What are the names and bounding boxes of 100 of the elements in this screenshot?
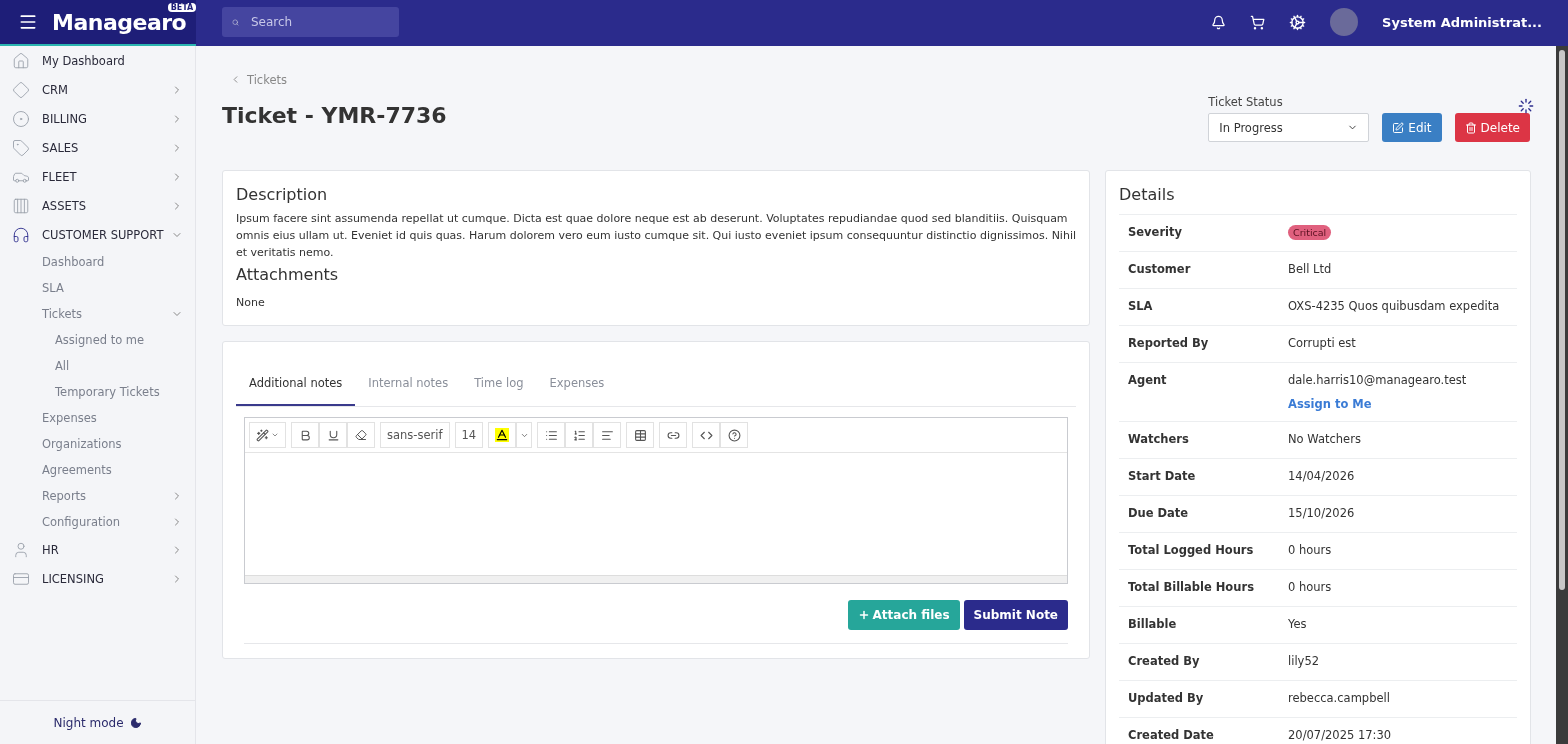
- pencil-square-icon: [1392, 121, 1405, 134]
- align-button[interactable]: [593, 422, 622, 448]
- detail-label: Start Date: [1128, 469, 1197, 485]
- severity-badge: Critical: [1288, 225, 1332, 240]
- sidebar-item[interactable]: ASSETS: [0, 191, 195, 220]
- sidebar-item-icon: [12, 109, 30, 128]
- sidebar-item[interactable]: Configuration: [0, 509, 195, 535]
- logo: Managearo: [52, 9, 187, 35]
- edit-button[interactable]: Edit: [1382, 113, 1442, 142]
- help-button[interactable]: [720, 422, 749, 448]
- delete-button[interactable]: Delete: [1454, 113, 1530, 142]
- beta-badge: BETA: [167, 2, 197, 12]
- detail-label: Watchers: [1128, 432, 1190, 448]
- sidebar-item[interactable]: Organizations: [0, 431, 195, 457]
- sidebar-item[interactable]: LICENSING: [0, 564, 195, 593]
- trash-icon: [1464, 121, 1477, 134]
- tab[interactable]: Additional notes: [236, 366, 356, 406]
- underline-button[interactable]: [319, 422, 347, 448]
- scrollbar-thumb[interactable]: [1559, 50, 1565, 590]
- sidebar-item[interactable]: Expenses: [0, 405, 195, 431]
- detail-label: Due Date: [1128, 506, 1190, 522]
- detail-value: rebecca.campbell: [1288, 691, 1391, 707]
- detail-label: Updated By: [1128, 691, 1205, 707]
- sidebar-item[interactable]: SLA: [0, 275, 195, 301]
- bold-button[interactable]: [291, 422, 319, 448]
- font-family-dropdown[interactable]: sans-serif: [380, 422, 450, 448]
- sidebar-item-icon: [12, 51, 30, 70]
- detail-label: Severity: [1128, 225, 1183, 241]
- rich-text-editor[interactable]: sans-serif 14: [244, 417, 1068, 584]
- font-size-dropdown[interactable]: 14: [454, 422, 484, 448]
- moon-icon: [129, 716, 142, 729]
- page-title: Ticket - YMR-7736: [222, 103, 447, 128]
- search-bar[interactable]: Search: [222, 7, 399, 37]
- code-button[interactable]: [692, 422, 721, 448]
- description-text: Ipsum facere sint assumenda repellat ut cumque. Dicta est quae dolore neque est ab deserunt. Voluptates repudiandae quod sed blanditiis. Quisquam omnis eius ullam ut. Eveniet id quis quas. Harum dolorem vero eum iusto cumque sit. Qui iusto eveniet ipsum consequuntur distinctio dignissimos. Nihil et veritatis nemo.: [236, 211, 1076, 261]
- link-button[interactable]: [659, 422, 688, 448]
- gears-icon[interactable]: [1289, 13, 1307, 31]
- sidebar-item[interactable]: Tickets: [0, 301, 195, 327]
- eraser-button[interactable]: [347, 422, 375, 448]
- loading-spinner-icon: [1518, 98, 1534, 114]
- sidebar-item-icon: [12, 540, 30, 559]
- cart-icon[interactable]: [1250, 14, 1266, 30]
- status-label: Ticket Status: [1208, 95, 1284, 109]
- sidebar-item[interactable]: FLEET: [0, 162, 195, 191]
- detail-label: Total Logged Hours: [1128, 543, 1255, 559]
- plus-icon: [857, 609, 870, 621]
- sidebar-item[interactable]: All: [0, 353, 195, 379]
- numbered-list-icon: [572, 428, 586, 442]
- tab[interactable]: Time log: [461, 366, 537, 406]
- sidebar-item-icon: [12, 196, 30, 215]
- help-icon: [727, 428, 741, 442]
- breadcrumb-link[interactable]: Tickets: [230, 72, 287, 87]
- detail-value: lily52: [1288, 654, 1321, 670]
- magic-wand-button[interactable]: [249, 422, 286, 448]
- bell-icon[interactable]: [1211, 14, 1227, 30]
- sidebar-item[interactable]: CUSTOMER SUPPORT: [0, 220, 195, 249]
- table-button[interactable]: [626, 422, 655, 448]
- tab[interactable]: Internal notes: [355, 366, 462, 406]
- section-heading: Attachments: [236, 265, 340, 284]
- wand-icon: [256, 428, 269, 442]
- sidebar-item[interactable]: HR: [0, 535, 195, 564]
- assign-link[interactable]: Assign to Me: [1288, 397, 1508, 411]
- sidebar-item[interactable]: Reports: [0, 483, 195, 509]
- detail-label: Created By: [1128, 654, 1201, 670]
- avatar[interactable]: [1330, 8, 1359, 36]
- detail-value: 0 hours: [1288, 580, 1333, 596]
- bullet-list-icon: [544, 428, 558, 442]
- eraser-icon: [355, 429, 367, 441]
- color-dropdown-button[interactable]: [516, 422, 533, 448]
- night-mode-toggle[interactable]: Night mode: [0, 700, 195, 744]
- user-name[interactable]: System Administrat...: [1382, 14, 1542, 30]
- attach-button[interactable]: Attach files: [847, 600, 960, 630]
- detail-value: 14/04/2026: [1288, 469, 1356, 485]
- bullet-list-button[interactable]: [537, 422, 566, 448]
- sidebar-item[interactable]: BILLING: [0, 104, 195, 133]
- detail-label: Customer: [1128, 262, 1192, 278]
- tab[interactable]: Expenses: [536, 366, 618, 406]
- section-heading: Description: [236, 185, 329, 204]
- sidebar-item[interactable]: Agreements: [0, 457, 195, 483]
- highlight-button[interactable]: [488, 422, 517, 448]
- detail-value: 0 hours: [1288, 543, 1333, 559]
- detail-value: 15/10/2026: [1288, 506, 1356, 522]
- menu-icon[interactable]: [18, 12, 38, 32]
- detail-label: Billable: [1128, 617, 1178, 633]
- resize-handle[interactable]: [245, 575, 1067, 583]
- table-icon: [633, 428, 647, 442]
- sidebar-item[interactable]: My Dashboard: [0, 46, 195, 75]
- sidebar-item[interactable]: Temporary Tickets: [0, 379, 195, 405]
- sidebar-item[interactable]: CRM: [0, 75, 195, 104]
- sidebar-item[interactable]: Assigned to me: [0, 327, 195, 353]
- numbered-list-button[interactable]: [565, 422, 594, 448]
- sidebar-item[interactable]: Dashboard: [0, 249, 195, 275]
- sidebar-item[interactable]: SALES: [0, 133, 195, 162]
- sidebar-item-icon: [12, 225, 30, 244]
- detail-label: Total Billable Hours: [1128, 580, 1255, 596]
- detail-value: No Watchers: [1288, 432, 1362, 448]
- submit-button[interactable]: Submit Note: [963, 600, 1068, 630]
- align-icon: [600, 428, 614, 442]
- detail-value: OXS-4235 Quos quibusdam expedita: [1288, 299, 1501, 315]
- status-select[interactable]: In Progress: [1208, 113, 1370, 142]
